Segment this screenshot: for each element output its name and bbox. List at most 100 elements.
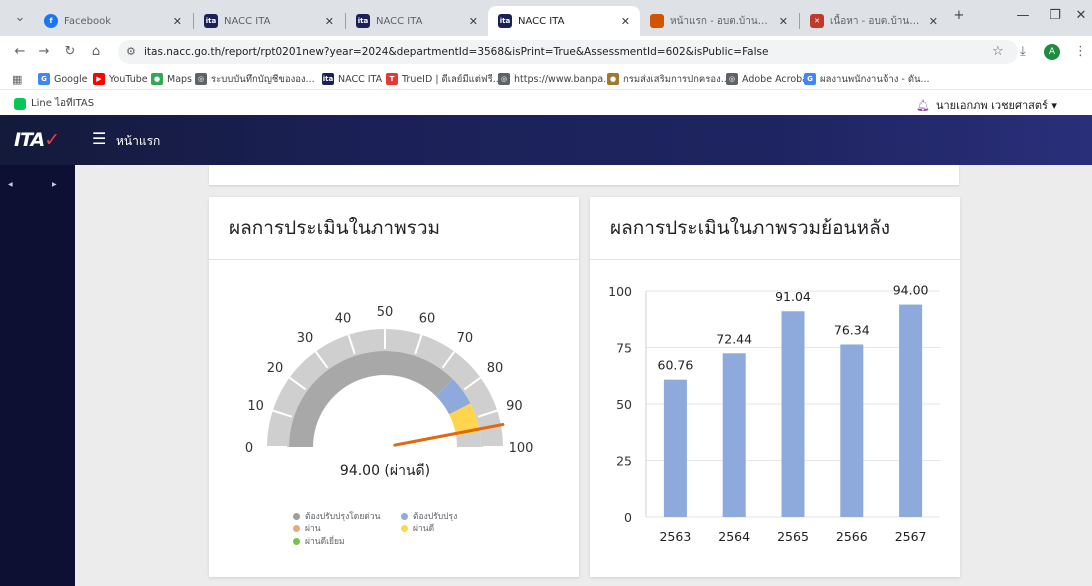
bookmark-label: Google xyxy=(54,73,88,85)
x-tick-label: 2563 xyxy=(659,529,691,544)
url-input[interactable]: ⚙ itas.nacc.go.th/report/rpt0201new?year… xyxy=(118,40,1018,64)
reload-icon[interactable]: ↻ xyxy=(60,42,80,62)
logo-mark-icon: ✓ xyxy=(44,129,60,151)
close-icon[interactable]: ✕ xyxy=(325,15,334,28)
close-icon[interactable]: ✕ xyxy=(779,15,788,28)
bookmark-adobe[interactable]: ◎ Adobe Acrobat xyxy=(726,71,812,87)
new-tab-plus-icon[interactable]: + xyxy=(944,8,974,23)
forward-arrow-icon[interactable]: → xyxy=(34,42,54,62)
address-bar-row: ← → ↻ ⌂ ⚙ itas.nacc.go.th/report/rpt0201… xyxy=(0,36,1092,68)
gauge-tick-label: 30 xyxy=(297,331,314,346)
legend-swatch xyxy=(293,512,300,520)
tab-nacc-ita-2[interactable]: ita NACC ITA ✕ xyxy=(346,6,488,36)
apps-grid-icon[interactable]: ▦ xyxy=(12,71,22,87)
line-icon xyxy=(14,97,26,110)
close-window-icon[interactable]: ✕ xyxy=(1066,8,1092,23)
bar-value-label: 91.04 xyxy=(775,289,811,304)
google-icon: G xyxy=(804,73,816,85)
nav-home-link[interactable]: หน้าแรก xyxy=(116,132,160,151)
tab-title: Facebook xyxy=(64,15,111,27)
profile-avatar[interactable]: A xyxy=(1044,44,1060,60)
ita-logo[interactable]: ITA✓ xyxy=(14,129,60,151)
gauge-tick-label: 10 xyxy=(247,399,264,414)
gauge-tick-label: 80 xyxy=(487,361,504,376)
expand-right-icon[interactable]: ▶ xyxy=(52,181,57,188)
ita-icon: ita xyxy=(204,14,218,28)
home-icon[interactable]: ⌂ xyxy=(86,42,106,62)
bell-icon[interactable]: 🔔︎ xyxy=(916,99,930,112)
gauge-tick-label: 20 xyxy=(267,361,284,376)
tab-search-chevron-icon[interactable]: ⌄ xyxy=(10,8,30,28)
y-tick-label: 0 xyxy=(624,510,632,525)
close-icon[interactable]: ✕ xyxy=(929,15,938,28)
overall-score-card: ผลการประเมินในภาพรวม 0 10 20 30 40 50 60 70 80 90… xyxy=(209,197,579,577)
x-tick-label: 2565 xyxy=(777,529,809,544)
tab-facebook[interactable]: f Facebook ✕ xyxy=(34,6,192,36)
bar-value-label: 72.44 xyxy=(716,331,752,346)
gauge-value-label: 94.00 (ผ่านดี) xyxy=(340,463,430,479)
x-tick-label: 2564 xyxy=(718,529,750,544)
site-icon xyxy=(650,14,664,28)
bookmark-trueid[interactable]: T TrueID | ดีเลย์มีแต่ฟรี... xyxy=(386,71,502,87)
star-icon[interactable]: ☆ xyxy=(992,44,1004,59)
maps-icon: ● xyxy=(151,73,163,85)
bookmark-google[interactable]: G Google xyxy=(38,71,88,87)
bookmark-employee-work[interactable]: G ผลงานพนักงานจ้าง - ดัน... xyxy=(804,71,930,87)
close-icon[interactable]: ✕ xyxy=(173,15,182,28)
close-icon[interactable]: ✕ xyxy=(469,15,478,28)
logo-text: ITA xyxy=(14,129,45,151)
bookmark-accounting[interactable]: ◎ ระบบบันทึกบัญชีขององ... xyxy=(195,71,315,87)
line-itas-link[interactable]: Line ไอทีITAS xyxy=(14,96,94,111)
tab-site-home[interactable]: หน้าแรก - อบต.บ้านป่า อ.แหง... ✕ xyxy=(640,6,798,36)
bar-value-label: 60.76 xyxy=(658,358,694,373)
gauge-tick-label: 60 xyxy=(419,312,436,327)
site-info-icon[interactable]: ⚙ xyxy=(126,40,136,64)
tab-site-content[interactable]: ✕ เนื้อหา - อบต.บ้านป่า อ.แหง... ✕ xyxy=(800,6,948,36)
x-tick-label: 2567 xyxy=(895,529,927,544)
hamburger-menu-icon[interactable]: ☰ xyxy=(92,129,106,148)
google-icon: G xyxy=(38,73,50,85)
gauge-tick-label: 0 xyxy=(245,441,253,456)
tab-title: NACC ITA xyxy=(376,15,423,27)
bookmark-youtube[interactable]: ▶ YouTube xyxy=(93,71,148,87)
collapse-left-icon[interactable]: ◀ xyxy=(8,181,13,188)
bookmark-dla[interactable]: ● กรมส่งเสริมการปกครอง... xyxy=(607,71,730,87)
ita-icon: ita xyxy=(356,14,370,28)
y-tick-label: 100 xyxy=(608,284,632,299)
bookmark-nacc-ita[interactable]: ita NACC ITA xyxy=(322,71,382,87)
back-arrow-icon[interactable]: ← xyxy=(10,42,30,62)
bookmark-label: ระบบบันทึกบัญชีขององ... xyxy=(211,73,315,85)
bar xyxy=(840,344,864,517)
bookmark-label: TrueID | ดีเลย์มีแต่ฟรี... xyxy=(402,73,502,85)
bar-value-label: 76.34 xyxy=(834,322,870,337)
legend-label: ผ่านดีเยี่ยม xyxy=(305,537,345,547)
tab-title: เนื้อหา - อบต.บ้านป่า อ.แหง... xyxy=(830,15,923,27)
sidebar: ◀ ▶ xyxy=(0,165,75,586)
bookmark-label: https://www.banpa... xyxy=(514,73,613,85)
bar xyxy=(722,353,746,517)
legend-label: ผ่าน xyxy=(305,524,321,534)
bar xyxy=(781,311,805,517)
menu-kebab-icon[interactable]: ⋮ xyxy=(1074,44,1087,59)
gauge-tick-label: 50 xyxy=(377,305,394,320)
bookmark-banpa[interactable]: ◎ https://www.banpa... xyxy=(498,71,612,87)
download-icon[interactable]: ⤓ xyxy=(1020,44,1026,59)
minimize-icon[interactable]: — xyxy=(1008,8,1038,23)
close-icon[interactable]: ✕ xyxy=(621,15,630,28)
bar-value-label: 94.00 xyxy=(893,283,929,298)
tab-nacc-ita-1[interactable]: ita NACC ITA ✕ xyxy=(194,6,344,36)
globe-icon: ◎ xyxy=(498,73,510,85)
user-menu[interactable]: 🔔︎ นายเอกภพ เวชยศาสตร์ ▾ xyxy=(916,96,1057,114)
app-header: ITA✓ ☰ หน้าแรก xyxy=(0,115,1092,165)
gauge-tick-label: 100 xyxy=(509,441,534,456)
legend-label: ผ่านดี xyxy=(413,524,435,534)
tab-title: NACC ITA xyxy=(224,15,271,27)
legend-swatch xyxy=(401,512,408,520)
line-itas-label: Line ไอทีITAS xyxy=(31,98,95,109)
y-tick-label: 25 xyxy=(616,454,632,469)
tab-title: หน้าแรก - อบต.บ้านป่า อ.แหง... xyxy=(670,15,773,27)
gauge-tick-label: 40 xyxy=(335,312,352,327)
bookmark-maps[interactable]: ● Maps xyxy=(151,71,192,87)
bookmark-label: กรมส่งเสริมการปกครอง... xyxy=(623,73,730,85)
tab-nacc-ita-active[interactable]: ita NACC ITA ✕ xyxy=(488,6,640,36)
